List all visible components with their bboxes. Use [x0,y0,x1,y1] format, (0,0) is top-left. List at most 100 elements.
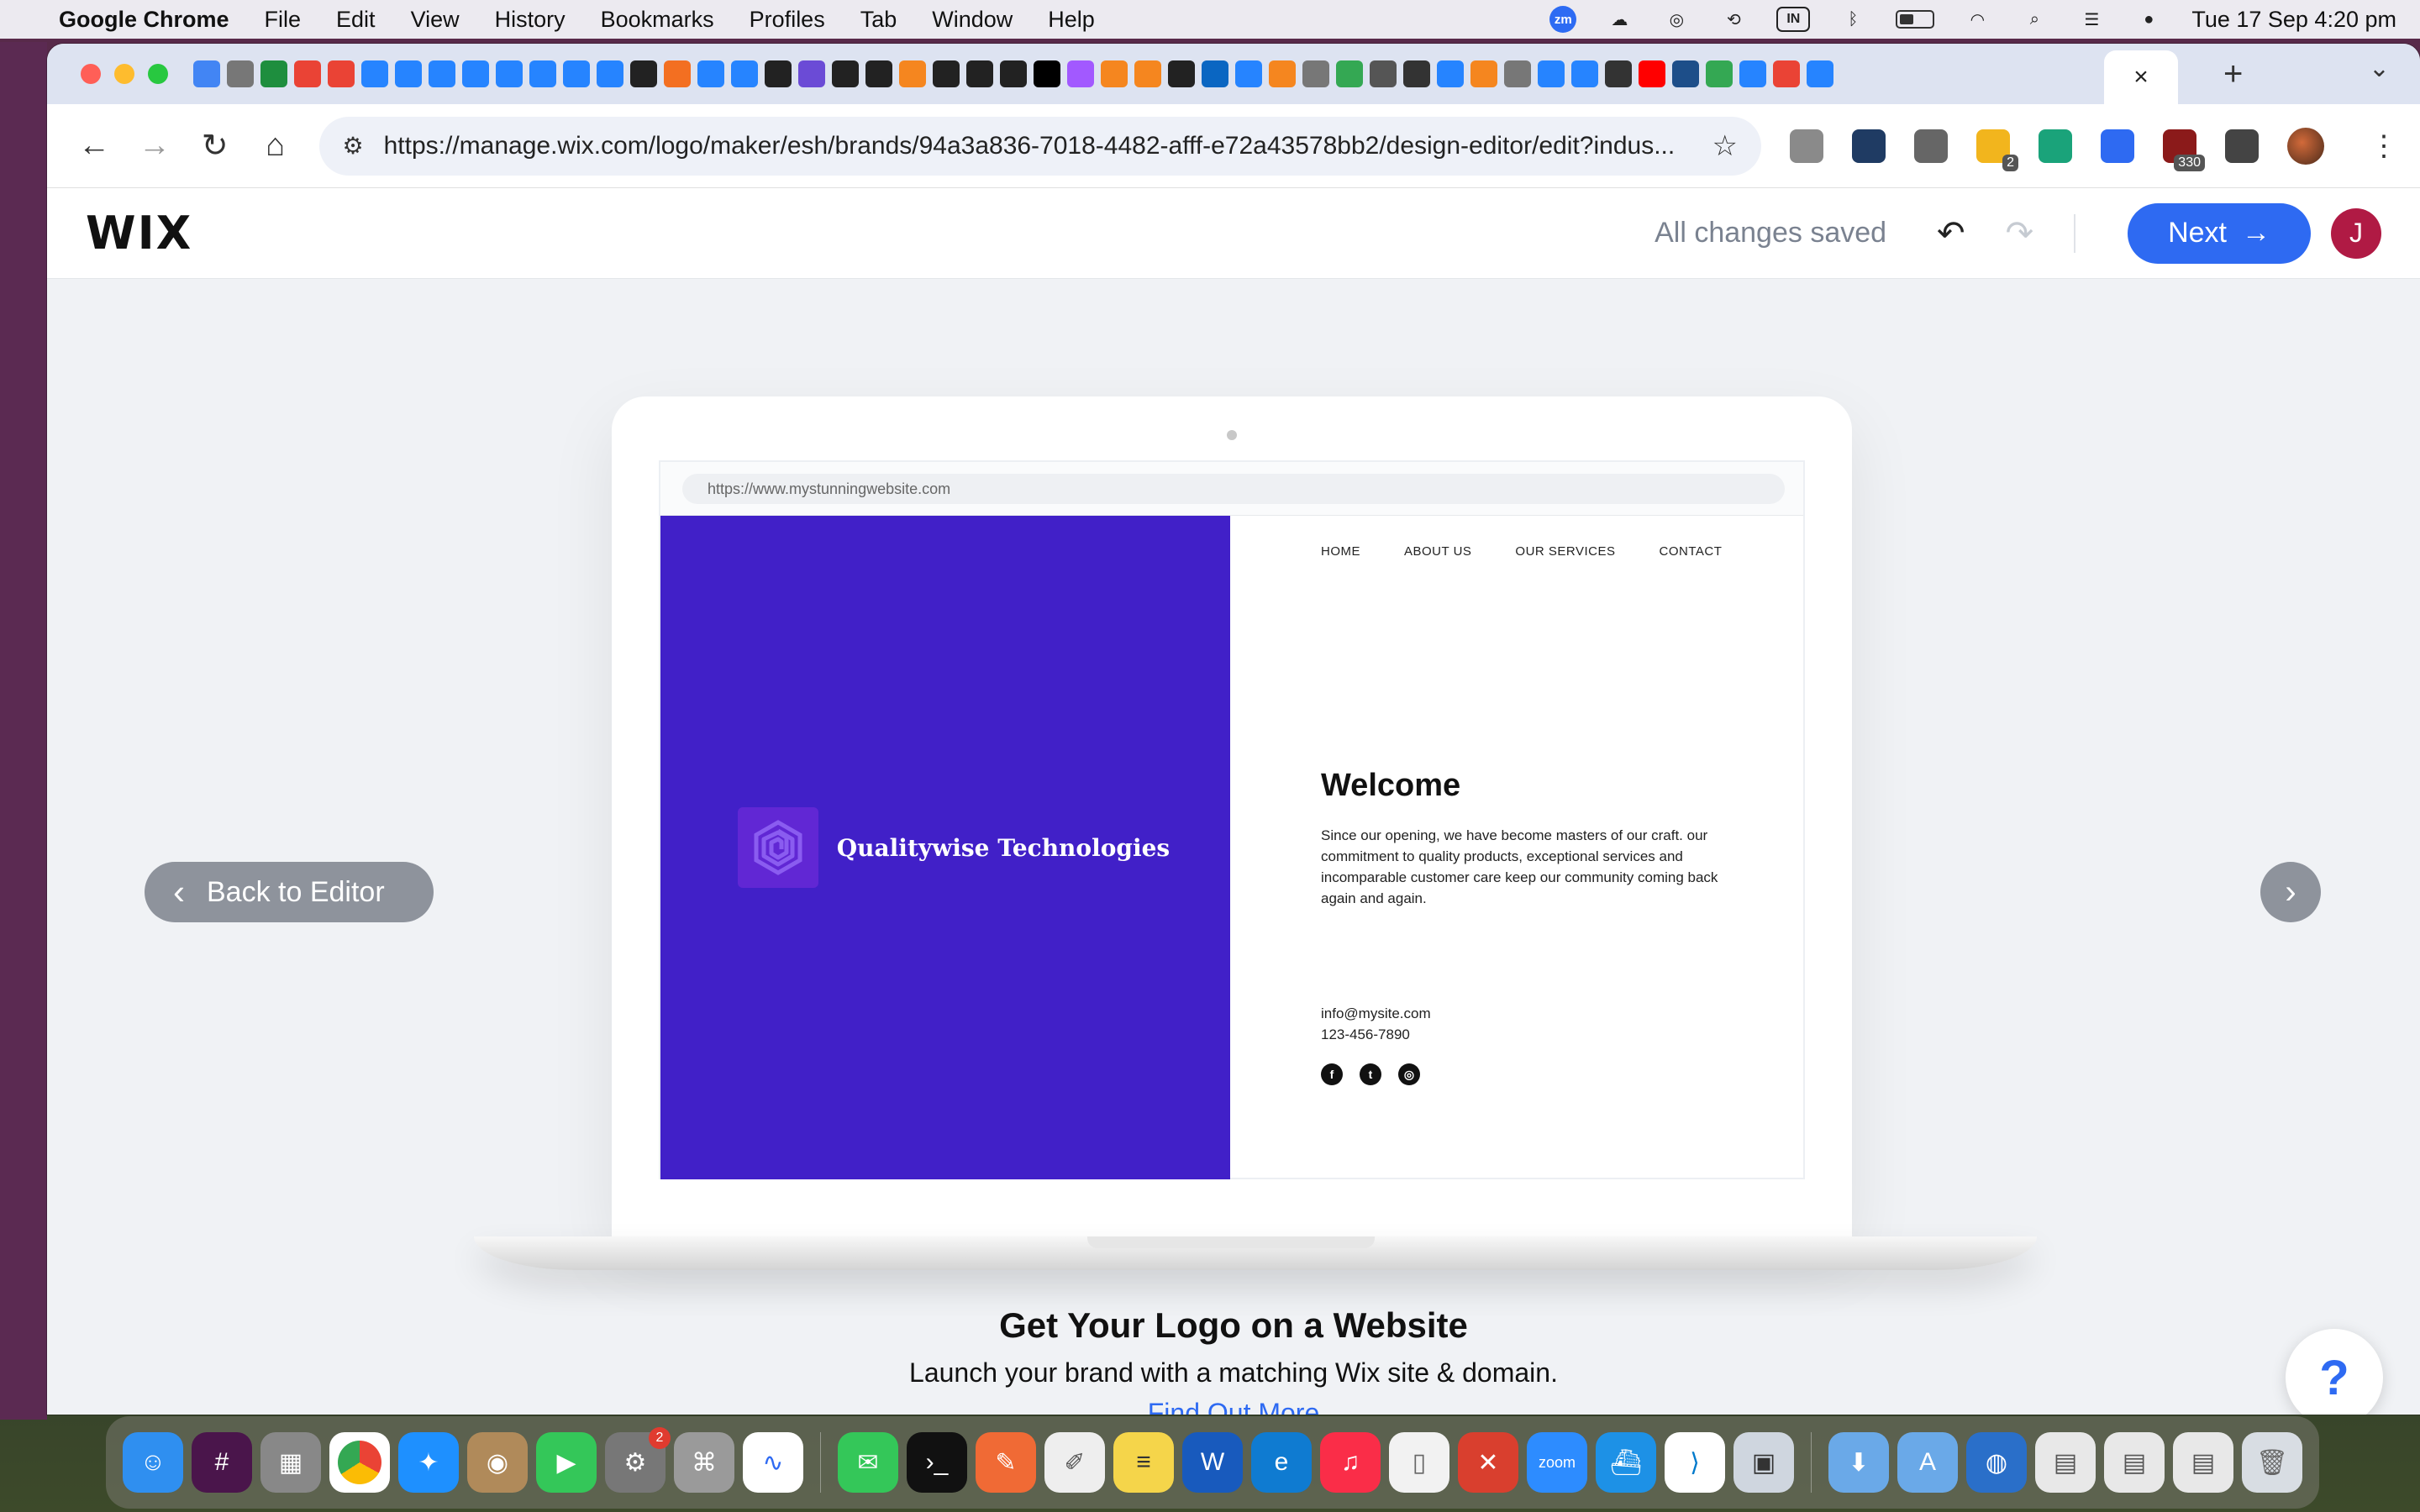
zoom-window-button[interactable] [148,64,168,84]
menu-edit[interactable]: Edit [336,7,376,33]
jira-tab-icon-8[interactable] [597,60,623,87]
notes-icon[interactable]: ≡ [1113,1432,1174,1493]
terraform-tab-icon-2[interactable] [1168,60,1195,87]
jira-tab-icon-3[interactable] [429,60,455,87]
vscode-icon[interactable]: ⟩ [1665,1432,1725,1493]
zoom-app-icon[interactable]: zoom [1527,1432,1587,1493]
back-arrow-icon[interactable]: ← [69,121,119,171]
grid-tab-icon[interactable] [1403,60,1430,87]
jira-tab-icon-9[interactable] [1571,60,1598,87]
jira-tab-icon-4[interactable] [462,60,489,87]
sync-icon[interactable]: ⟲ [1719,7,1748,32]
menu-history[interactable]: History [495,7,566,33]
find-out-more-link[interactable]: Find Out More [47,1398,2420,1415]
home-icon[interactable]: ⌂ [250,121,301,171]
active-tab[interactable]: × [2104,50,2178,104]
firebase-tab-icon[interactable] [664,60,691,87]
remote-desktop-icon[interactable]: ✕ [1458,1432,1518,1493]
site-info-icon[interactable]: ⚙ [343,132,364,160]
edge-icon[interactable]: e [1251,1432,1312,1493]
browser-menu-icon[interactable]: ⋮ [2370,129,2398,163]
wordpress-tab-icon[interactable] [1504,60,1531,87]
siri-icon[interactable]: ● [2134,7,2163,32]
menu-view[interactable]: View [411,7,460,33]
extension-icon-2[interactable] [1852,129,1886,163]
extension-icon-3[interactable] [1914,129,1948,163]
forward-arrow-icon[interactable]: → [129,121,180,171]
wifi-icon[interactable]: ◠ [1963,7,1991,32]
downloads-folder-icon[interactable]: ⬇ [1828,1432,1889,1493]
globe-tab-icon[interactable] [227,60,254,87]
calendar-tab-icon[interactable] [193,60,220,87]
menu-file[interactable]: File [265,7,302,33]
puzzle-extensions-icon[interactable] [2225,129,2259,163]
tab-search-chevron-icon[interactable]: ⌄ [2369,54,2390,83]
aws-tab-icon-5[interactable] [1470,60,1497,87]
sync-tab-icon[interactable] [1538,60,1565,87]
aws-tab-icon-4[interactable] [1269,60,1296,87]
tool-tab-icon[interactable] [630,60,657,87]
preview-app-icon[interactable]: ▣ [1733,1432,1794,1493]
app-tab-icon-2[interactable] [1706,60,1733,87]
chrome-icon[interactable] [329,1432,390,1493]
green-tab-icon[interactable] [1336,60,1363,87]
menu-help[interactable]: Help [1048,7,1095,33]
gmail-tab-icon-2[interactable] [328,60,355,87]
gmail-tab-icon[interactable] [294,60,321,87]
confluence-tab-icon-3[interactable] [1235,60,1262,87]
undo-icon[interactable]: ↶ [1937,214,1965,253]
slack-icon[interactable]: # [192,1432,252,1493]
extension-icon-1[interactable] [1790,129,1823,163]
jira-tab-icon-5[interactable] [496,60,523,87]
new-tab-button[interactable]: + [2223,55,2243,93]
terraform-tab-icon[interactable] [933,60,960,87]
browser-profile-avatar[interactable] [2287,127,2324,165]
chart-tab-icon[interactable] [1370,60,1397,87]
calendar-extension-icon[interactable]: 2 [1976,129,2018,171]
jira-tab-icon[interactable] [361,60,388,87]
confluence-tab-icon[interactable] [697,60,724,87]
word-icon[interactable]: W [1182,1432,1243,1493]
github-tab-icon-3[interactable] [865,60,892,87]
input-source-icon[interactable]: IN [1776,7,1811,32]
aws-tab-icon-2[interactable] [1101,60,1128,87]
extension-icon-6[interactable] [2101,129,2134,163]
music-icon[interactable]: ♫ [1320,1432,1381,1493]
redo-icon[interactable]: ↷ [2006,214,2034,253]
sheets-tab-icon[interactable] [260,60,287,87]
pencil-app-icon[interactable]: ✎ [976,1432,1036,1493]
facetime-icon[interactable]: ▶ [536,1432,597,1493]
safari-icon[interactable]: ✦ [398,1432,459,1493]
textedit-icon[interactable]: ✐ [1044,1432,1105,1493]
linkedin-tab-icon[interactable] [1202,60,1228,87]
keychain-icon[interactable]: ⌘ [674,1432,734,1493]
address-bar[interactable]: ⚙ https://manage.wix.com/logo/maker/esh/… [318,116,1761,176]
close-window-button[interactable] [81,64,101,84]
github-tab-icon-2[interactable] [832,60,859,87]
jira-tab-icon-2[interactable] [395,60,422,87]
minimize-window-button[interactable] [114,64,134,84]
menu-profiles[interactable]: Profiles [750,7,825,33]
spotlight-search-icon[interactable]: ⌕ [2020,7,2049,32]
applications-folder-icon[interactable]: A [1897,1432,1958,1493]
figma-tab-icon[interactable] [1067,60,1094,87]
menu-app-name[interactable]: Google Chrome [59,7,229,33]
launchpad-icon[interactable]: ▦ [260,1432,321,1493]
jira-tab-icon-10[interactable] [1807,60,1833,87]
extension-icon-5[interactable] [2039,129,2072,163]
globe-tab-icon-2[interactable] [1302,60,1329,87]
contacts-icon[interactable]: ◉ [467,1432,528,1493]
next-preview-button[interactable]: › [2260,862,2321,922]
screenshot-thumbnail-1[interactable]: ▤ [2035,1432,2096,1493]
app-tab-icon-3[interactable] [1739,60,1766,87]
close-tab-icon[interactable]: × [2133,63,2149,92]
menu-window[interactable]: Window [932,7,1013,33]
shield-tab-icon[interactable] [1605,60,1632,87]
terminal-icon[interactable]: ›_ [907,1432,967,1493]
menu-tab[interactable]: Tab [860,7,897,33]
screenshot-thumbnail-3[interactable]: ▤ [2173,1432,2233,1493]
medium-tab-icon[interactable] [1034,60,1060,87]
screenshot-thumbnail-2[interactable]: ▤ [2104,1432,2165,1493]
zoom-status-icon[interactable]: zm [1549,6,1577,33]
reload-icon[interactable]: ↻ [190,121,240,171]
